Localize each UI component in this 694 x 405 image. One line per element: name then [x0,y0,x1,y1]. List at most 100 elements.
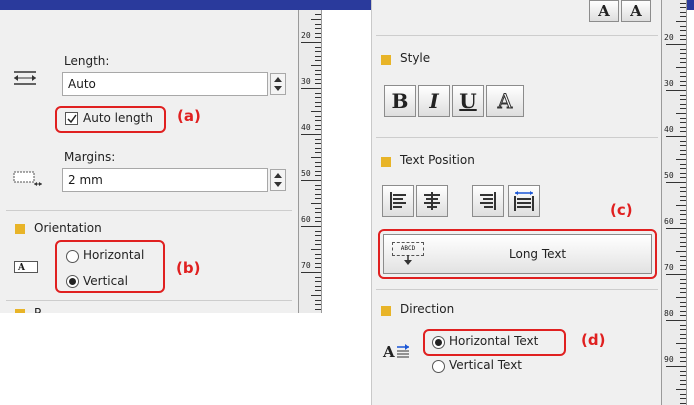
ruler-tick [680,333,686,335]
section-marker-icon [381,306,391,316]
ruler-tick [315,115,321,117]
length-icon [14,71,36,85]
ruler-tick [315,23,321,25]
arrow-down-icon [404,255,412,265]
margins-input[interactable]: 2 mm [62,168,268,192]
ruler-tick [680,163,686,165]
check-icon [67,114,77,124]
left-settings-panel: Length: Auto Auto length (a) Margins: 2 … [0,10,298,313]
align-left-button[interactable] [382,185,414,217]
ruler-label: 50 [664,171,674,180]
auto-length-checkbox[interactable] [65,112,78,125]
ruler-tick [680,347,686,349]
ruler-tick [680,62,686,64]
ruler-tick [315,69,321,71]
ruler-tick [311,203,321,204]
margins-spinner[interactable] [270,169,286,191]
ruler-tick [301,180,321,181]
ruler-tick [315,216,321,218]
ruler-tick [315,74,321,76]
ruler-tick [315,106,321,108]
ruler-label: 90 [664,355,674,364]
ruler-label: 60 [664,217,674,226]
ruler-tick [315,262,321,264]
ruler-tick [680,34,686,36]
horizontal-text-radio[interactable] [432,336,445,349]
ruler-tick [680,172,686,174]
ruler-tick [315,124,321,126]
ruler-tick [315,221,321,223]
bold-button[interactable]: B [384,85,416,117]
ruler-tick [315,198,321,200]
ruler-tick [680,370,686,372]
ruler-tick [680,292,686,294]
margins-label: Margins: [64,150,116,164]
italic-button[interactable]: I [418,85,450,117]
align-left-icon [390,192,406,210]
font-size-button[interactable]: A [589,0,619,22]
ruler-tick [311,65,321,66]
ruler-tick [315,290,321,292]
ruler-tick [676,67,686,68]
ruler-tick [680,306,686,308]
ruler-tick [680,39,686,41]
align-right-button[interactable] [472,185,504,217]
ruler-tick [680,393,686,395]
ruler-tick [666,136,686,137]
underline-button[interactable]: U [452,85,484,117]
ruler-tick [676,343,686,344]
ruler-tick [315,60,321,62]
ruler-tick [680,324,686,326]
ruler-tick [315,14,321,16]
long-text-button[interactable]: ABCD Long Text [383,234,652,274]
section-marker-icon [15,224,25,234]
ruler-tick [680,117,686,119]
ruler-tick [680,218,686,220]
horizontal-radio[interactable] [66,250,79,263]
orientation-option-label: Horizontal [83,248,145,262]
ruler-tick [315,83,321,85]
ruler-tick [315,189,321,191]
align-center-button[interactable] [416,185,448,217]
font-size-button[interactable]: A [621,0,651,22]
ruler-tick [680,11,686,13]
ruler-tick [680,338,686,340]
auto-length-label: Auto length [83,111,153,125]
length-input[interactable]: Auto [62,72,268,96]
ruler-tick [680,195,686,197]
ruler-tick [666,274,686,275]
style-title: Style [400,51,431,65]
ruler-tick [315,129,321,131]
ruler-tick [680,191,686,193]
ruler-tick [676,159,686,160]
ruler-tick [680,7,686,9]
ruler-tick [315,193,321,195]
ruler-tick [315,32,321,34]
ruler-tick [680,25,686,27]
ruler-label: 20 [301,31,311,40]
length-spinner[interactable] [270,73,286,95]
justify-button[interactable] [508,185,540,217]
divider [6,300,292,301]
ruler-tick [315,101,321,103]
annotation-a: (a) [177,107,201,125]
ruler-tick [680,177,686,179]
ruler-tick [315,28,321,30]
ruler-label: 70 [301,261,311,270]
ruler-tick [315,46,321,48]
text-effect-button[interactable]: A [486,85,524,117]
ruler-tick [315,161,321,163]
ruler-tick [680,241,686,243]
divider [6,210,292,211]
ruler-tick [680,246,686,248]
vertical-ruler-right: 20 30 40 50 60 70 80 90 [661,0,687,405]
ruler-tick [680,186,686,188]
direction-option-label: Horizontal Text [449,334,539,348]
ruler-tick [680,379,686,381]
vertical-text-radio[interactable] [432,360,445,373]
ruler-tick [315,281,321,283]
ruler-tick [680,232,686,234]
vertical-radio[interactable] [66,275,79,288]
section-marker-icon [381,157,391,167]
text-position-title: Text Position [400,153,475,167]
